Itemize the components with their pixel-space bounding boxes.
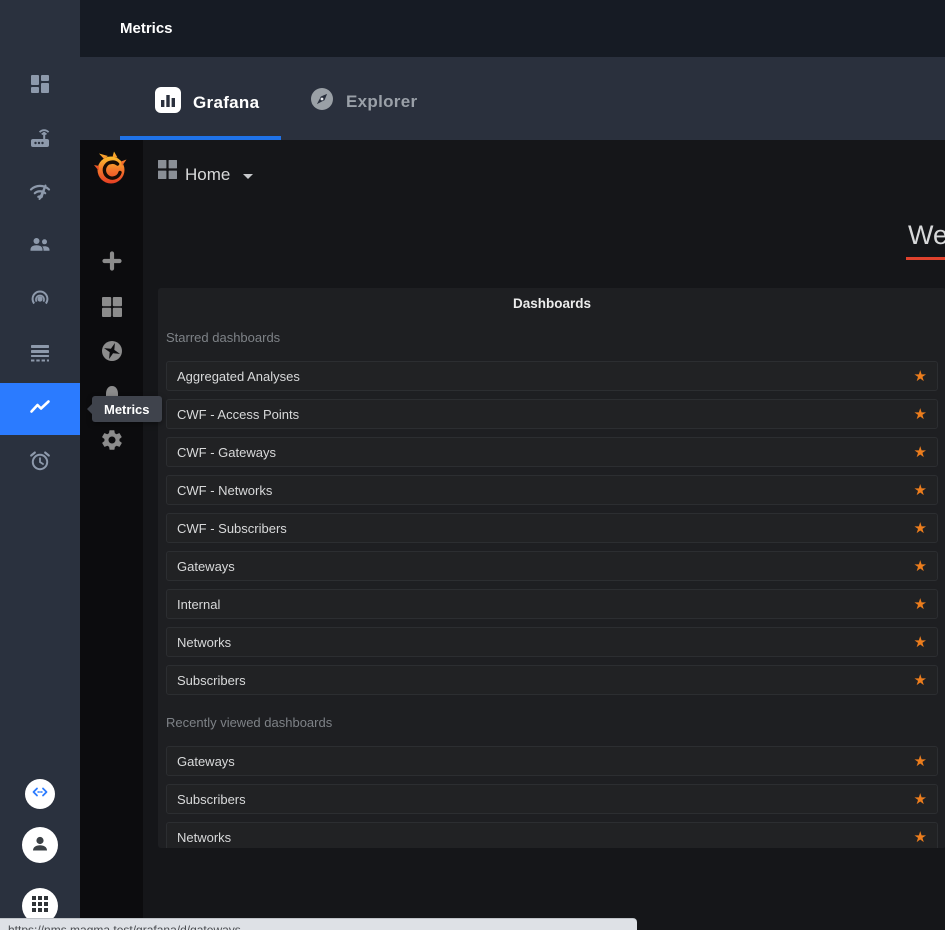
star-icon[interactable]: ★ xyxy=(914,830,927,845)
dashboard-row-label: Gateways xyxy=(177,559,235,574)
tooltip-arrow xyxy=(87,404,92,414)
apps-grid-icon xyxy=(30,894,50,919)
network-check-icon xyxy=(27,178,53,209)
tab-grafana[interactable]: Grafana xyxy=(155,87,259,118)
dashboard-row[interactable]: Internal ★ xyxy=(166,589,938,619)
nms-sidebar xyxy=(0,0,80,930)
developer-mode-button[interactable] xyxy=(25,779,55,809)
dashboard-row-label: Aggregated Analyses xyxy=(177,369,300,384)
home-dashboard-icon xyxy=(158,160,177,184)
star-icon[interactable]: ★ xyxy=(914,407,927,422)
tab-explorer-label: Explorer xyxy=(346,92,417,112)
dashboard-sections: Starred dashboards Aggregated Analyses ★… xyxy=(166,330,938,848)
users-icon xyxy=(27,232,53,263)
chevron-down-icon[interactable] xyxy=(243,174,253,179)
dashboard-row[interactable]: Networks ★ xyxy=(166,627,938,657)
dashboard-row-label: Subscribers xyxy=(177,792,246,807)
dashboard-row[interactable]: Subscribers ★ xyxy=(166,665,938,695)
dashboard-row-label: Networks xyxy=(177,830,231,845)
grafana-sidebar xyxy=(80,140,143,930)
bar-chart-icon xyxy=(155,87,181,118)
settings-gear-icon xyxy=(100,428,124,457)
welcome-heading: We xyxy=(908,220,945,251)
dashboard-row[interactable]: Gateways ★ xyxy=(166,746,938,776)
dashboard-row-label: Internal xyxy=(177,597,220,612)
sidebar-item-access-points[interactable] xyxy=(0,275,80,327)
star-icon[interactable]: ★ xyxy=(914,673,927,688)
dashboard-row[interactable]: CWF - Subscribers ★ xyxy=(166,513,938,543)
equipment-icon xyxy=(27,125,53,156)
browser-status-bar: https://nms.magma.test/grafana/d/gateway… xyxy=(0,918,637,930)
metrics-icon xyxy=(27,394,53,425)
dashboard-icon xyxy=(28,72,52,101)
breadcrumb-home[interactable]: Home xyxy=(185,165,230,185)
section-label: Recently viewed dashboards xyxy=(166,715,938,730)
star-icon[interactable]: ★ xyxy=(914,559,927,574)
section-rows: Aggregated Analyses ★ CWF - Access Point… xyxy=(166,361,938,695)
grafana-dashboards-button[interactable] xyxy=(80,291,143,327)
dashboard-row[interactable]: CWF - Gateways ★ xyxy=(166,437,938,467)
star-icon[interactable]: ★ xyxy=(914,521,927,536)
account-button[interactable] xyxy=(22,827,58,863)
dashboard-row[interactable]: Subscribers ★ xyxy=(166,784,938,814)
dashboard-row[interactable]: CWF - Networks ★ xyxy=(166,475,938,505)
dashboard-row-label: CWF - Access Points xyxy=(177,407,299,422)
tab-explorer[interactable]: Explorer xyxy=(310,87,417,116)
plus-icon xyxy=(100,249,124,278)
sidebar-item-network-check[interactable] xyxy=(0,167,80,219)
dashboard-section: Starred dashboards Aggregated Analyses ★… xyxy=(166,330,938,695)
section-rows: Gateways ★ Subscribers ★ Networks ★ xyxy=(166,746,938,848)
access-point-icon xyxy=(27,286,53,317)
page-header: Metrics xyxy=(80,0,945,57)
dashboard-row[interactable]: Aggregated Analyses ★ xyxy=(166,361,938,391)
page-title: Metrics xyxy=(120,20,173,37)
star-icon[interactable]: ★ xyxy=(914,369,927,384)
star-icon[interactable]: ★ xyxy=(914,792,927,807)
sidebar-item-metrics[interactable] xyxy=(0,383,80,435)
sidebar-item-alarms[interactable] xyxy=(0,437,80,489)
explore-compass-icon xyxy=(100,339,124,368)
account-icon xyxy=(28,831,52,860)
dashboard-section: Recently viewed dashboards Gateways ★ Su… xyxy=(166,715,938,848)
dashboard-row-label: Gateways xyxy=(177,754,235,769)
code-icon xyxy=(30,782,50,807)
sidebar-item-logs[interactable] xyxy=(0,329,80,381)
panel-title[interactable]: Dashboards xyxy=(166,296,938,312)
tab-bar: Grafana Explorer xyxy=(80,57,945,140)
dashboard-row-label: CWF - Gateways xyxy=(177,445,276,460)
star-icon[interactable]: ★ xyxy=(914,754,927,769)
app-window: Metrics Grafana Explorer xyxy=(0,0,945,930)
dashboard-row[interactable]: Gateways ★ xyxy=(166,551,938,581)
tooltip-label: Metrics xyxy=(104,402,150,417)
dashboards-grid-icon xyxy=(100,295,124,324)
logs-icon xyxy=(27,340,53,371)
dashboard-row-label: Networks xyxy=(177,635,231,650)
status-bar-url: https://nms.magma.test/grafana/d/gateway… xyxy=(0,919,637,930)
sidebar-item-dashboard[interactable] xyxy=(0,60,80,112)
grafana-logo[interactable] xyxy=(91,149,131,189)
grafana-embed: Home We Dashboards Starred dashboards Ag… xyxy=(80,140,945,930)
dashboard-row-label: Subscribers xyxy=(177,673,246,688)
alarm-clock-icon xyxy=(27,448,53,479)
welcome-heading-underline xyxy=(906,257,945,260)
grafana-create-button[interactable] xyxy=(80,245,143,281)
sidebar-item-equipment[interactable] xyxy=(0,114,80,166)
star-icon[interactable]: ★ xyxy=(914,483,927,498)
grafana-explore-button[interactable] xyxy=(80,335,143,371)
tab-grafana-label: Grafana xyxy=(193,93,259,113)
dashboards-panel: Dashboards Starred dashboards Aggregated… xyxy=(158,288,945,848)
section-label: Starred dashboards xyxy=(166,330,938,345)
star-icon[interactable]: ★ xyxy=(914,445,927,460)
dashboard-row[interactable]: CWF - Access Points ★ xyxy=(166,399,938,429)
metrics-tooltip: Metrics xyxy=(92,396,162,422)
star-icon[interactable]: ★ xyxy=(914,597,927,612)
dashboard-row[interactable]: Networks ★ xyxy=(166,822,938,848)
dashboard-row-label: CWF - Subscribers xyxy=(177,521,287,536)
star-icon[interactable]: ★ xyxy=(914,635,927,650)
sidebar-item-users[interactable] xyxy=(0,221,80,273)
grafana-settings-button[interactable] xyxy=(80,424,143,460)
compass-icon xyxy=(310,87,334,116)
dashboard-row-label: CWF - Networks xyxy=(177,483,272,498)
